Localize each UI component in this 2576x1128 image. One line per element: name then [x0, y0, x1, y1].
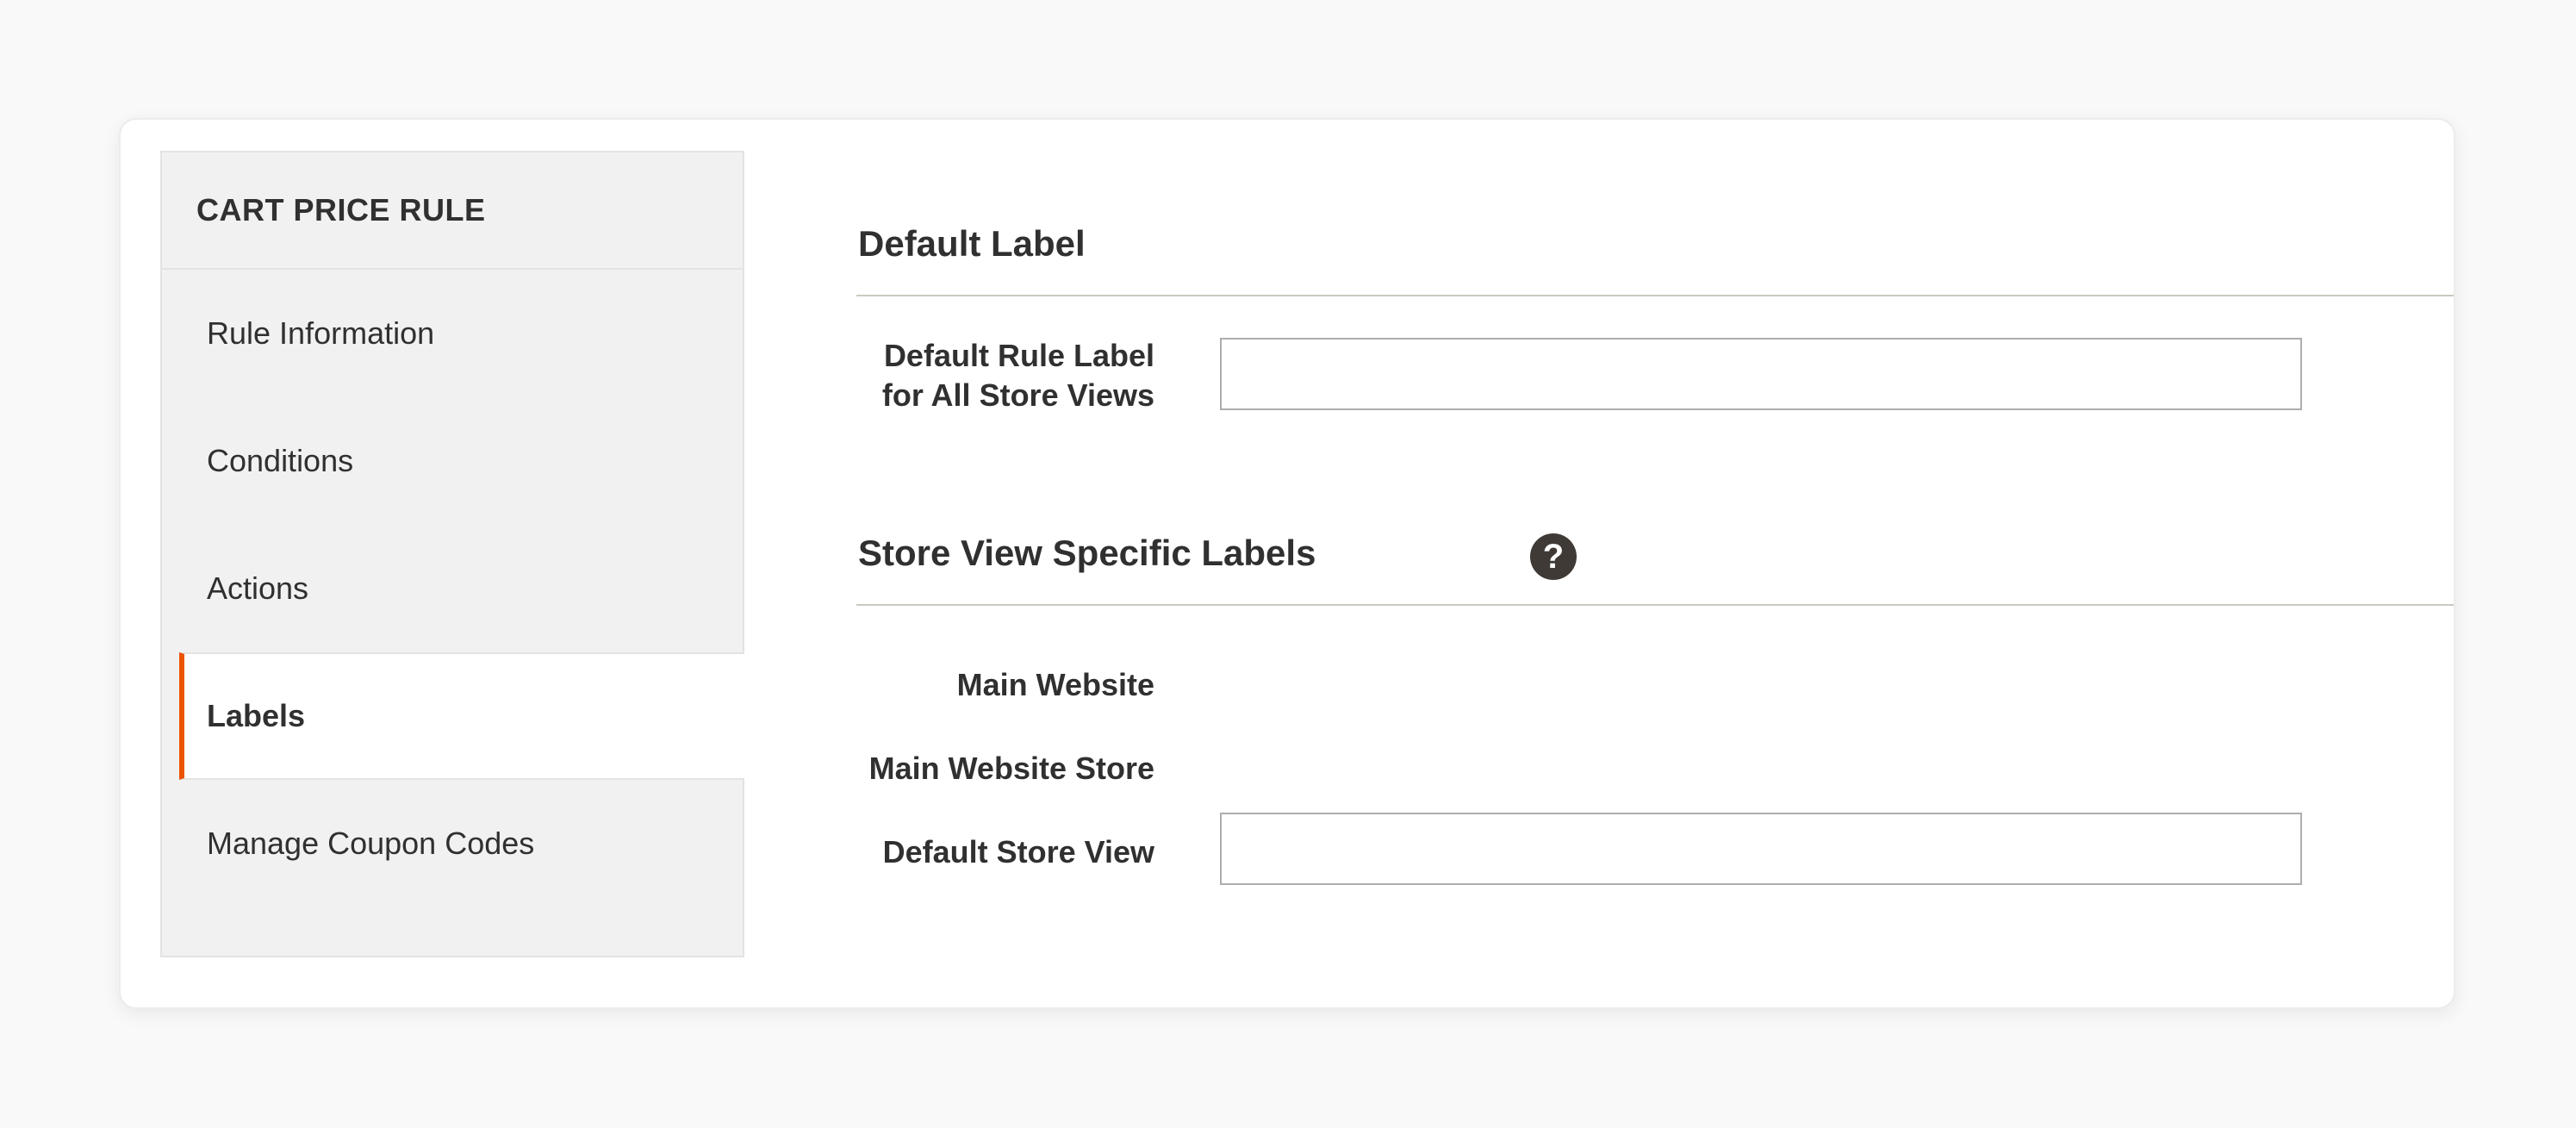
default-store-view-label: Default Store View: [882, 834, 1154, 869]
default-store-view-input[interactable]: [1220, 813, 2302, 885]
sidebar-item-rule-information[interactable]: Rule Information: [162, 270, 743, 397]
default-rule-label-field-label: Default Rule Label for All Store Views: [858, 336, 1154, 415]
default-label-divider: [856, 295, 2454, 296]
default-rule-label-line-1: Default Rule Label: [883, 338, 1154, 373]
store-view-labels-heading: Store View Specific Labels: [858, 533, 1316, 573]
default-label-heading: Default Label: [858, 223, 1086, 264]
help-icon[interactable]: ?: [1530, 533, 1577, 580]
sidebar-nav-list: Rule Information Conditions Actions Labe…: [162, 270, 744, 907]
default-rule-label-line-2: for All Store Views: [881, 377, 1154, 413]
sidebar-item-conditions[interactable]: Conditions: [162, 397, 743, 525]
cart-price-rule-panel: CART PRICE RULE Rule Information Conditi…: [119, 118, 2455, 1009]
main-website-label: Main Website: [956, 667, 1154, 702]
main-website-store-label: Main Website Store: [868, 751, 1154, 786]
sidebar-nav: CART PRICE RULE Rule Information Conditi…: [160, 151, 744, 957]
sidebar-item-labels[interactable]: Labels: [179, 652, 744, 780]
sidebar-item-manage-coupon-codes[interactable]: Manage Coupon Codes: [162, 780, 743, 907]
default-rule-label-input[interactable]: [1220, 338, 2302, 410]
store-view-labels-divider: [856, 604, 2454, 606]
labels-content: Default Label Default Rule Label for All…: [856, 120, 2454, 1007]
sidebar-item-actions[interactable]: Actions: [162, 525, 743, 652]
sidebar-title: CART PRICE RULE: [162, 153, 743, 270]
